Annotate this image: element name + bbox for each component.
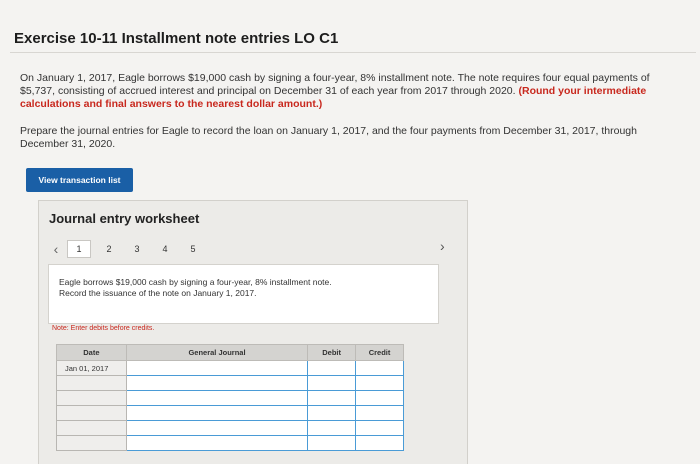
credit-input[interactable] — [355, 420, 404, 436]
transaction-description: Eagle borrows $19,000 cash by signing a … — [48, 264, 439, 324]
debit-input[interactable] — [307, 360, 357, 376]
column-debit: Debit — [307, 344, 357, 361]
page-tab-4[interactable]: 4 — [151, 240, 179, 258]
debit-input[interactable] — [307, 405, 357, 421]
table-row — [56, 375, 404, 391]
table-row — [56, 435, 404, 451]
credit-input[interactable] — [355, 360, 404, 376]
general-journal-input[interactable] — [125, 420, 309, 436]
instruction-text: Prepare the journal entries for Eagle to… — [20, 125, 637, 150]
worksheet-pager: ‹ 1 2 3 4 5 — [45, 239, 207, 259]
view-transaction-list-button[interactable]: View transaction list — [26, 168, 133, 192]
title-divider — [10, 52, 696, 53]
description-line-1: Eagle borrows $19,000 cash by signing a … — [59, 277, 332, 287]
column-date: Date — [56, 344, 127, 361]
debit-input[interactable] — [307, 435, 357, 451]
date-cell: Jan 01, 2017 — [56, 360, 127, 376]
table-row — [56, 405, 404, 421]
date-cell[interactable] — [56, 405, 127, 421]
general-journal-input[interactable] — [125, 435, 309, 451]
date-cell[interactable] — [56, 390, 127, 406]
general-journal-input[interactable] — [125, 375, 309, 391]
general-journal-input[interactable] — [125, 390, 309, 406]
credit-input[interactable] — [355, 375, 404, 391]
general-journal-input[interactable] — [125, 405, 309, 421]
chevron-right-icon[interactable]: › — [440, 238, 445, 254]
page-tab-3[interactable]: 3 — [123, 240, 151, 258]
debit-input[interactable] — [307, 390, 357, 406]
table-row: Jan 01, 2017 — [56, 360, 404, 376]
credit-input[interactable] — [355, 435, 404, 451]
credit-input[interactable] — [355, 390, 404, 406]
description-line-2: Record the issuance of the note on Janua… — [59, 288, 257, 298]
page-tab-2[interactable]: 2 — [95, 240, 123, 258]
general-journal-input[interactable] — [125, 360, 309, 376]
page-tab-1[interactable]: 1 — [67, 240, 91, 258]
problem-text: On January 1, 2017, Eagle borrows $19,00… — [20, 72, 670, 111]
debit-input[interactable] — [307, 375, 357, 391]
worksheet-title: Journal entry worksheet — [49, 211, 200, 226]
debit-input[interactable] — [307, 420, 357, 436]
journal-table: Date General Journal Debit Credit Jan 01… — [56, 344, 404, 451]
page-tab-5[interactable]: 5 — [179, 240, 207, 258]
table-row — [56, 420, 404, 436]
page-title: Exercise 10-11 Installment note entries … — [14, 30, 339, 47]
page: Exercise 10-11 Installment note entries … — [0, 0, 700, 464]
column-credit: Credit — [355, 344, 404, 361]
entry-note: Note: Enter debits before credits. — [52, 325, 155, 332]
table-row — [56, 390, 404, 406]
journal-table-header: Date General Journal Debit Credit — [56, 344, 404, 361]
chevron-left-icon[interactable]: ‹ — [45, 241, 67, 257]
date-cell[interactable] — [56, 435, 127, 451]
date-cell[interactable] — [56, 420, 127, 436]
date-cell[interactable] — [56, 375, 127, 391]
column-general-journal: General Journal — [125, 344, 309, 361]
credit-input[interactable] — [355, 405, 404, 421]
